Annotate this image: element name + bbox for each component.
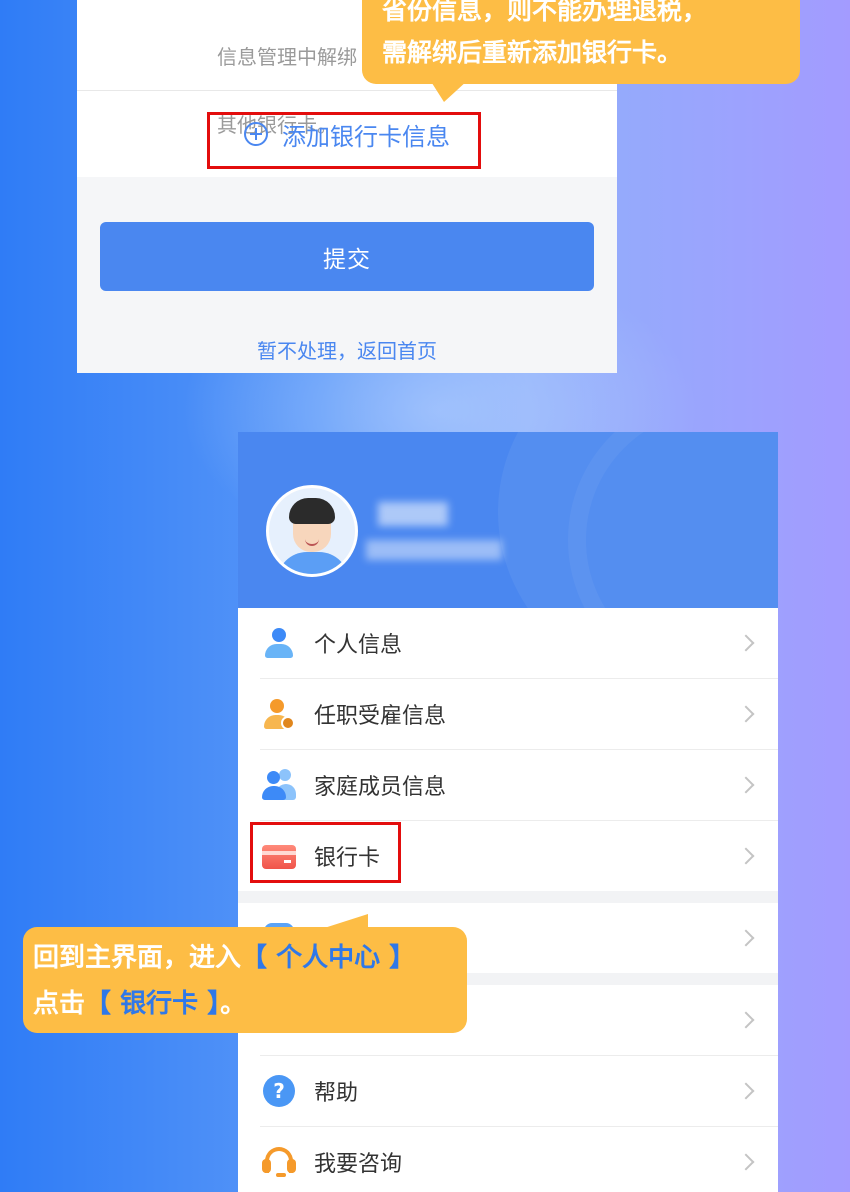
chevron-right-icon [737, 1153, 755, 1171]
job-icon [262, 697, 296, 731]
chevron-right-icon [737, 929, 755, 947]
chevron-right-icon [737, 705, 755, 723]
header-decoration [568, 432, 778, 608]
menu-list: 个人信息 任职受雇信息 家庭成员信息 银行卡 ? 帮助 我要咨询 [238, 608, 778, 1192]
blurred-user-id [366, 540, 502, 560]
menu-item-personal-info[interactable]: 个人信息 [260, 608, 778, 679]
menu-item-family-info[interactable]: 家庭成员信息 [260, 750, 778, 821]
callout-top: 省份信息，则不能办理退税， 需解绑后重新添加银行卡。 [362, 0, 800, 84]
personal-center-screen: 个人信息 任职受雇信息 家庭成员信息 银行卡 ? 帮助 我要咨询 [238, 432, 778, 1192]
chevron-right-icon [737, 847, 755, 865]
menu-item-employment-info[interactable]: 任职受雇信息 [260, 679, 778, 750]
section-gap [238, 891, 778, 903]
callout-top-line2: 需解绑后重新添加银行卡。 [382, 38, 683, 67]
callout-text: 回到主界面，进入 [33, 943, 242, 973]
menu-item-label: 任职受雇信息 [314, 704, 447, 729]
callout-top-tail [430, 80, 468, 102]
avatar-hair [289, 498, 335, 524]
help-icon: ? [262, 1074, 296, 1108]
callout-bottom-line2: 点击【 银行卡 】。 [33, 981, 467, 1027]
menu-item-label: 帮助 [314, 1081, 359, 1106]
callout-bottom-line1: 回到主界面，进入【 个人中心 】 [33, 935, 467, 981]
blurred-user-name [378, 502, 448, 526]
submit-button[interactable]: 提交 [100, 222, 594, 291]
form-footer: 提交 暂不处理，返回首页 [77, 177, 617, 373]
callout-bottom: 回到主界面，进入【 个人中心 】 点击【 银行卡 】。 [23, 927, 467, 1033]
highlight-box-add-card [207, 112, 481, 169]
menu-item-label: 个人信息 [314, 633, 403, 658]
callout-highlight-personal-center: 【 个人中心 】 [241, 943, 416, 973]
chevron-right-icon [737, 1082, 755, 1100]
headset-icon [262, 1145, 296, 1179]
menu-item-label: 家庭成员信息 [314, 775, 447, 800]
avatar[interactable] [266, 485, 358, 577]
avatar-body [277, 552, 349, 574]
menu-item-help[interactable]: ? 帮助 [260, 1056, 778, 1127]
callout-text: 。 [220, 989, 247, 1019]
chevron-right-icon [737, 1011, 755, 1029]
chevron-right-icon [737, 634, 755, 652]
callout-top-line1: 省份信息，则不能办理退税， [382, 0, 708, 25]
callout-highlight-bank-card: 【 银行卡 】 [85, 989, 221, 1019]
skip-return-home-link[interactable]: 暂不处理，返回首页 [77, 335, 617, 364]
chevron-right-icon [737, 776, 755, 794]
family-icon [262, 768, 296, 802]
menu-item-consult[interactable]: 我要咨询 [260, 1127, 778, 1192]
person-icon [262, 626, 296, 660]
profile-header [238, 432, 778, 608]
callout-text: 点击 [33, 989, 86, 1019]
highlight-box-bank-card [250, 822, 401, 883]
menu-item-label: 我要咨询 [314, 1152, 403, 1177]
